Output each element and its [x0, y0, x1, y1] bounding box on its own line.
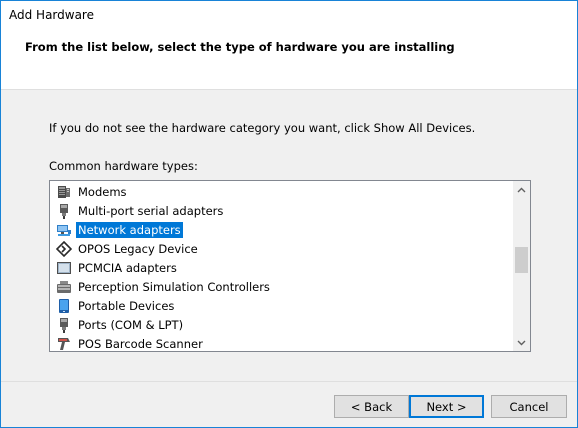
portable-device-icon — [56, 298, 72, 314]
scroll-thumb[interactable] — [515, 247, 528, 273]
hardware-types-label: Common hardware types: — [49, 159, 198, 173]
list-item-label: POS Barcode Scanner — [78, 336, 203, 351]
scroll-up-button[interactable] — [513, 181, 530, 198]
opos-device-icon — [56, 240, 72, 257]
scroll-down-button[interactable] — [513, 334, 530, 351]
list-item-multi-port-serial-adapters[interactable]: Multi-port serial adapters — [50, 201, 512, 220]
list-item-label: Ports (COM & LPT) — [78, 317, 184, 332]
add-hardware-window: Add Hardware From the list below, select… — [0, 0, 578, 428]
list-item-label: PCMCIA adapters — [78, 260, 177, 275]
list-item-pcmcia-adapters[interactable]: PCMCIA adapters — [50, 258, 512, 277]
list-item-modems[interactable]: Modems — [50, 182, 512, 201]
pcmcia-icon — [56, 260, 72, 276]
footer-divider — [1, 381, 577, 382]
page-subtitle: From the list below, select the type of … — [25, 40, 455, 54]
list-item-pos-barcode-scanner[interactable]: POS Barcode Scanner — [50, 334, 512, 352]
list-item-opos-legacy-device[interactable]: OPOS Legacy Device — [50, 239, 512, 258]
modem-icon — [56, 184, 72, 200]
next-button[interactable]: Next > — [409, 395, 484, 418]
chevron-down-icon — [517, 340, 526, 345]
hardware-types-items: Modems Multi-port serial adapters Networ… — [50, 182, 512, 352]
wizard-header: Add Hardware From the list below, select… — [1, 1, 577, 90]
list-item-label: Multi-port serial adapters — [78, 203, 224, 218]
list-scrollbar[interactable] — [513, 181, 530, 351]
list-item-label: Network adapters — [76, 221, 183, 238]
back-button[interactable]: < Back — [334, 395, 409, 418]
instruction-text: If you do not see the hardware category … — [49, 121, 476, 135]
perception-controller-icon — [56, 279, 72, 295]
list-item-label: Portable Devices — [78, 298, 175, 313]
list-item-label: Perception Simulation Controllers — [78, 279, 270, 294]
serial-adapter-icon — [56, 203, 72, 219]
list-item-label: Modems — [78, 184, 127, 199]
network-adapter-icon — [56, 222, 72, 238]
list-item-ports[interactable]: Ports (COM & LPT) — [50, 315, 512, 334]
list-item-network-adapters[interactable]: Network adapters — [50, 220, 512, 239]
chevron-up-icon — [517, 187, 526, 192]
list-item-perception-simulation-controllers[interactable]: Perception Simulation Controllers — [50, 277, 512, 296]
list-item-label: OPOS Legacy Device — [78, 241, 198, 256]
port-icon — [56, 317, 72, 333]
list-item-portable-devices[interactable]: Portable Devices — [50, 296, 512, 315]
window-title: Add Hardware — [9, 8, 94, 22]
cancel-button[interactable]: Cancel — [491, 395, 567, 418]
hardware-types-listbox[interactable]: Modems Multi-port serial adapters Networ… — [49, 180, 531, 352]
barcode-scanner-icon — [56, 336, 72, 352]
